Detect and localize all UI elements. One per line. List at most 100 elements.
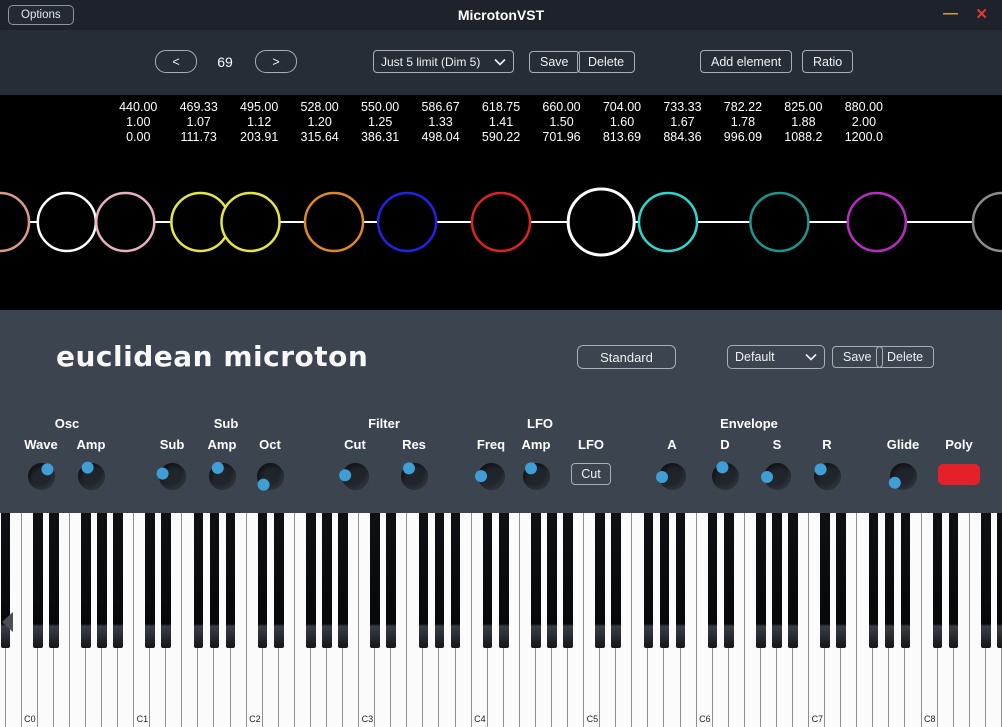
black-key[interactable] bbox=[322, 513, 332, 648]
filter-res-knob[interactable] bbox=[400, 459, 428, 490]
scale-save-button[interactable]: Save bbox=[529, 51, 580, 73]
scale-note-cents: 315.64 bbox=[300, 130, 339, 144]
black-key[interactable] bbox=[81, 513, 91, 648]
octave-label: C0 bbox=[24, 714, 36, 724]
black-key[interactable] bbox=[48, 513, 59, 648]
black-key[interactable] bbox=[306, 513, 316, 648]
osc-amp-knob[interactable] bbox=[77, 459, 105, 490]
microtonvst-window: Options MicrotonVST — ✕ < 69 > Just 5 li… bbox=[0, 0, 1002, 727]
scale-note-circle[interactable] bbox=[749, 191, 810, 253]
scale-delete-button[interactable]: Delete bbox=[577, 51, 636, 73]
black-key[interactable] bbox=[531, 513, 541, 648]
black-key[interactable] bbox=[900, 513, 911, 648]
black-key[interactable] bbox=[193, 513, 204, 648]
control-env-release: R bbox=[797, 437, 857, 490]
preset-save-button[interactable]: Save bbox=[832, 346, 883, 368]
black-key[interactable] bbox=[498, 513, 509, 648]
scale-note-cents: 1200.0 bbox=[844, 130, 883, 144]
sub-knob[interactable] bbox=[154, 463, 186, 490]
black-key[interactable] bbox=[450, 513, 461, 648]
lfo-target-button[interactable]: Cut bbox=[571, 463, 611, 485]
scale-note-circle[interactable] bbox=[566, 187, 636, 257]
black-key[interactable] bbox=[675, 513, 686, 648]
scale-note-cents: 1088.2 bbox=[784, 130, 823, 144]
next-scale-button[interactable]: > bbox=[255, 50, 297, 73]
scale-note-circle[interactable] bbox=[95, 191, 156, 253]
filter-cut-knob[interactable] bbox=[338, 463, 369, 490]
prev-scale-button[interactable]: < bbox=[155, 50, 197, 73]
env-attack-knob[interactable] bbox=[656, 463, 686, 490]
black-key[interactable] bbox=[434, 513, 445, 648]
black-key[interactable] bbox=[611, 513, 622, 648]
scale-note-cents: 590.22 bbox=[481, 130, 521, 144]
black-key[interactable] bbox=[273, 513, 284, 648]
black-key[interactable] bbox=[884, 513, 895, 648]
env-decay-knob[interactable] bbox=[711, 459, 739, 490]
scale-note-circle[interactable] bbox=[846, 191, 908, 253]
control-lfo-amp: Amp bbox=[506, 437, 566, 490]
black-key[interactable] bbox=[386, 513, 397, 648]
black-key[interactable] bbox=[756, 513, 766, 648]
scale-note-cents: 813.69 bbox=[602, 130, 642, 144]
black-key[interactable] bbox=[225, 513, 236, 648]
black-key[interactable] bbox=[97, 513, 107, 648]
lfo-freq-knob[interactable] bbox=[474, 463, 505, 490]
glide-knob[interactable] bbox=[886, 463, 917, 491]
poly-led-button[interactable] bbox=[938, 464, 980, 485]
black-key[interactable] bbox=[659, 513, 670, 648]
scale-note-circle[interactable] bbox=[637, 191, 699, 253]
black-key[interactable] bbox=[113, 513, 123, 648]
black-key[interactable] bbox=[338, 513, 348, 648]
piano-keyboard: C0 C1 C2 C3 C4 C5 C6 C7 C8 bbox=[0, 513, 1002, 727]
black-key[interactable] bbox=[981, 513, 991, 648]
lfo-amp-knob[interactable] bbox=[522, 459, 550, 490]
black-key[interactable] bbox=[32, 513, 43, 648]
black-key[interactable] bbox=[563, 513, 573, 648]
scale-note-freq: 440.00 bbox=[119, 100, 158, 114]
preset-delete-button[interactable]: Delete bbox=[876, 346, 935, 368]
preset-select[interactable]: Default bbox=[727, 345, 825, 369]
black-key[interactable] bbox=[370, 513, 380, 648]
black-key[interactable] bbox=[418, 513, 429, 648]
black-key[interactable] bbox=[595, 513, 605, 648]
ratio-button[interactable]: Ratio bbox=[802, 50, 854, 73]
black-key[interactable] bbox=[257, 513, 268, 648]
black-key[interactable] bbox=[948, 513, 959, 648]
black-key[interactable] bbox=[997, 513, 1002, 648]
scale-note-circle[interactable] bbox=[0, 191, 31, 253]
black-key[interactable] bbox=[707, 513, 718, 648]
keyboard-scroll-left-arrow[interactable] bbox=[2, 612, 13, 632]
black-key[interactable] bbox=[772, 513, 782, 648]
env-release-knob[interactable] bbox=[812, 460, 841, 490]
scale-note-circle[interactable] bbox=[470, 191, 532, 253]
minimize-button[interactable]: — bbox=[943, 5, 958, 22]
black-key[interactable] bbox=[820, 513, 830, 648]
scale-note-column: 880.00 2.00 1200.0 bbox=[834, 100, 894, 145]
osc-wave-knob[interactable] bbox=[27, 460, 56, 490]
sub-oct-knob[interactable] bbox=[255, 463, 284, 493]
black-key[interactable] bbox=[788, 513, 798, 648]
sub-amp-knob[interactable] bbox=[208, 459, 236, 490]
black-key[interactable] bbox=[932, 513, 943, 648]
black-key[interactable] bbox=[723, 513, 734, 648]
black-key[interactable] bbox=[482, 513, 493, 648]
add-element-button[interactable]: Add element bbox=[700, 50, 793, 73]
close-button[interactable]: ✕ bbox=[975, 5, 988, 23]
black-key[interactable] bbox=[868, 513, 879, 648]
scale-note-circle[interactable] bbox=[303, 191, 365, 253]
black-key[interactable] bbox=[209, 513, 220, 648]
scale-note-circle[interactable] bbox=[220, 191, 281, 253]
scale-note-circle[interactable] bbox=[971, 191, 1002, 253]
scale-note-circle[interactable] bbox=[376, 191, 438, 253]
black-key[interactable] bbox=[547, 513, 557, 648]
black-key[interactable] bbox=[836, 513, 846, 648]
black-key[interactable] bbox=[161, 513, 172, 648]
scale-note-circle[interactable] bbox=[36, 191, 98, 253]
black-key[interactable] bbox=[643, 513, 654, 648]
env-sustain-knob[interactable] bbox=[761, 463, 791, 490]
standard-button[interactable]: Standard bbox=[577, 345, 676, 369]
scale-select[interactable]: Just 5 limit (Dim 5) bbox=[373, 50, 514, 73]
black-key[interactable] bbox=[145, 513, 155, 648]
scale-note-freq: 495.00 bbox=[240, 100, 279, 114]
control-filter-cut: Cut bbox=[325, 437, 385, 490]
